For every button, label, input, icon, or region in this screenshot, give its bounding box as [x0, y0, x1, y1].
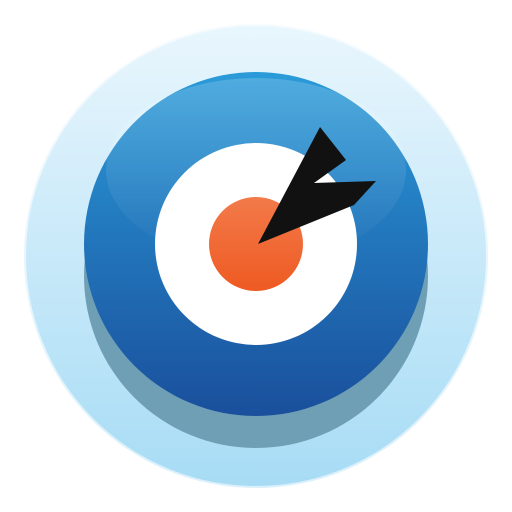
- target-icon-graphic: [24, 24, 488, 488]
- target-app-icon: [0, 0, 512, 512]
